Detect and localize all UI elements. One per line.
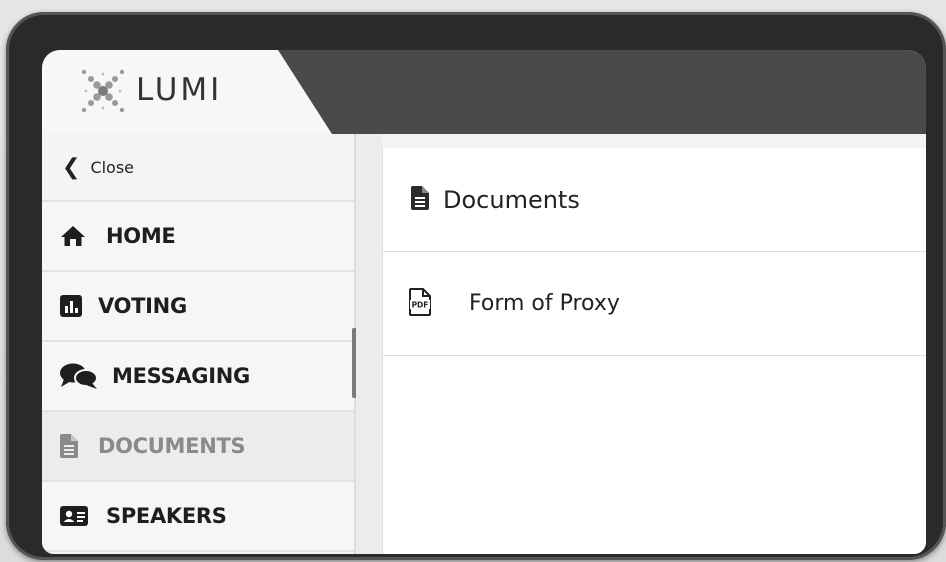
pdf-label: PDF: [412, 300, 429, 309]
home-icon: [60, 225, 94, 247]
page-title: Documents: [443, 185, 580, 214]
close-label: Close: [90, 157, 135, 177]
id-card-icon: [60, 506, 94, 526]
document-name: Form of Proxy: [469, 291, 620, 316]
sidebar-item-label: SPEAKERS: [106, 504, 227, 528]
app-header: LUMI: [42, 50, 926, 134]
sidebar-item-documents[interactable]: DOCUMENTS: [42, 412, 354, 482]
document-icon: [411, 185, 429, 214]
chart-bar-icon: [60, 295, 94, 317]
sidebar-item-label: VOTING: [98, 294, 187, 318]
brand-name: LUMI: [136, 72, 223, 108]
sidebar-item-speakers[interactable]: SPEAKERS: [42, 482, 354, 552]
pdf-file-icon: PDF: [409, 287, 431, 320]
document-icon: [60, 434, 94, 458]
main-content: Documents PDF Form of Proxy: [382, 148, 926, 554]
sidebar-item-label: DOCUMENTS: [98, 434, 246, 458]
document-item-form-of-proxy[interactable]: PDF Form of Proxy: [383, 252, 926, 356]
chevron-left-icon: ❮: [62, 154, 81, 180]
sidebar-item-home[interactable]: HOME: [42, 202, 354, 272]
sidebar-item-messaging[interactable]: MESSAGING: [42, 342, 354, 412]
content-gutter: [356, 134, 382, 554]
sidebar-item-label: MESSAGING: [112, 364, 250, 388]
sidebar-item-label: HOME: [106, 224, 176, 248]
logo-area: LUMI: [42, 50, 332, 134]
sidebar: ❮ Close HOME VOTING MESSAGING DOCUMENTS …: [42, 134, 356, 554]
app-screen: LUMI ❮ Close HOME VOTING MESSAGING DOCUM…: [42, 50, 926, 554]
sidebar-item-voting[interactable]: VOTING: [42, 272, 354, 342]
documents-header: Documents: [383, 148, 926, 252]
close-menu-button[interactable]: ❮ Close: [42, 134, 354, 202]
chat-bubbles-icon: [60, 363, 100, 389]
lumi-x-logo-icon: [81, 69, 125, 113]
tablet-frame: LUMI ❮ Close HOME VOTING MESSAGING DOCUM…: [6, 12, 946, 560]
